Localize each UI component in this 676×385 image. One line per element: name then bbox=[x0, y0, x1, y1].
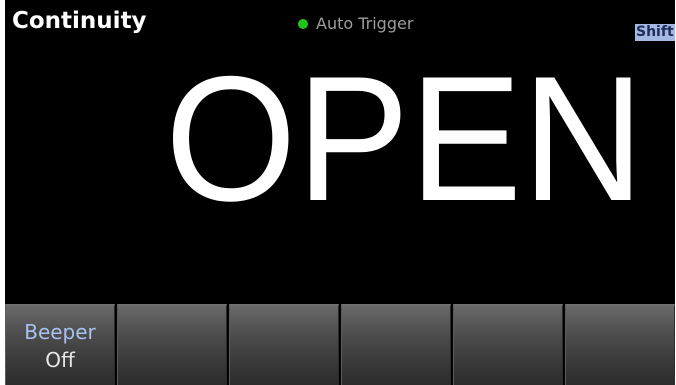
softkey-4[interactable] bbox=[341, 304, 451, 385]
softkey-3[interactable] bbox=[229, 304, 339, 385]
softkey-5[interactable] bbox=[453, 304, 563, 385]
softkey-1-beeper[interactable]: Beeper Off bbox=[5, 304, 115, 385]
softkey-label: Beeper bbox=[24, 319, 96, 344]
softkey-value: Off bbox=[45, 347, 75, 372]
main-reading: OPEN bbox=[165, 39, 645, 238]
trigger-status: Auto Trigger bbox=[298, 14, 413, 33]
softkey-2[interactable] bbox=[117, 304, 227, 385]
measurement-mode-title: Continuity bbox=[12, 8, 147, 34]
meter-display: Continuity Auto Trigger Shift OPEN Beepe… bbox=[5, 0, 675, 385]
trigger-status-label: Auto Trigger bbox=[316, 14, 414, 33]
softkey-bar: Beeper Off bbox=[5, 304, 675, 385]
softkey-6[interactable] bbox=[565, 304, 675, 385]
status-dot-icon bbox=[298, 18, 308, 29]
